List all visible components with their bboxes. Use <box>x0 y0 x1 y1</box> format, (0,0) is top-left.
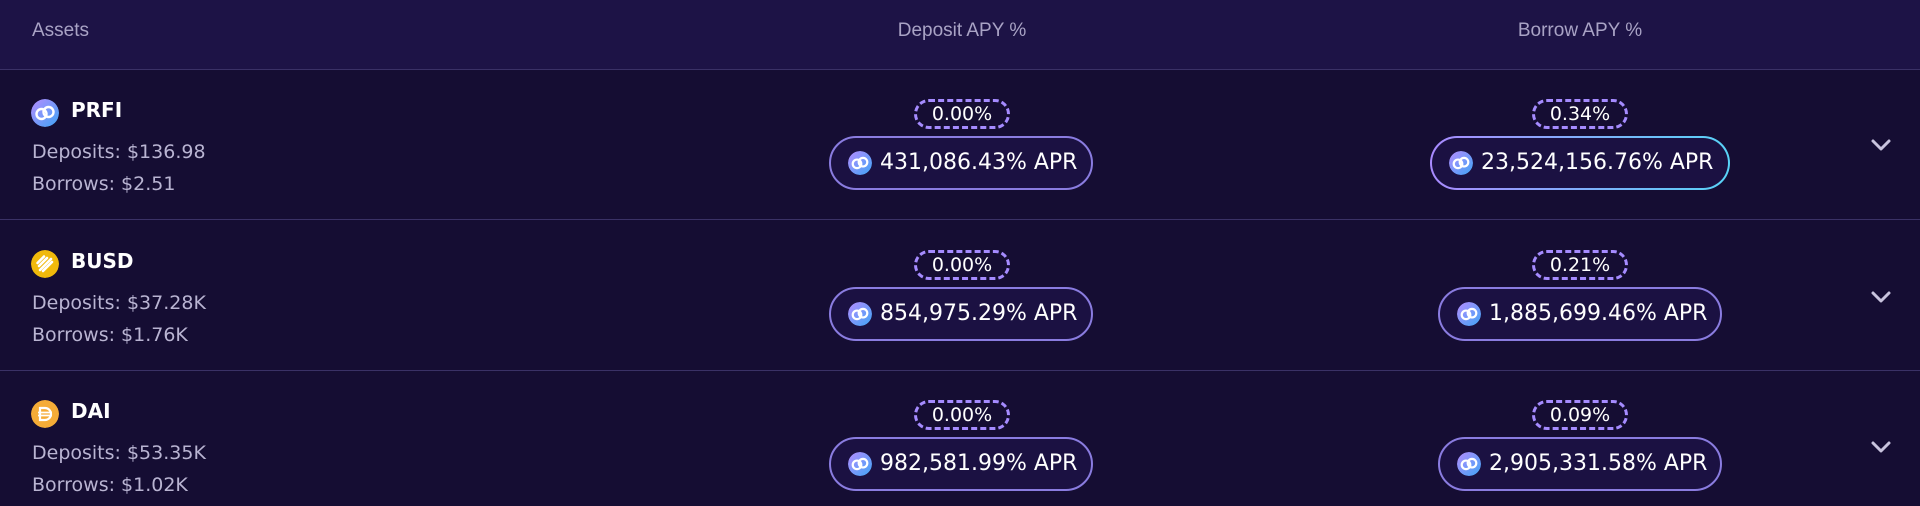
prfi-reward-icon <box>1457 452 1481 476</box>
asset-borrows: Borrows: $1.02K <box>32 474 188 496</box>
prfi-reward-icon <box>848 151 872 175</box>
prfi-token-icon <box>31 99 59 127</box>
prfi-reward-icon <box>848 452 872 476</box>
borrow-apr-value: 23,524,156.76% APR <box>1481 150 1714 175</box>
prfi-reward-icon <box>848 302 872 326</box>
asset-name: PRFI <box>71 98 123 122</box>
asset-deposits: Deposits: $53.35K <box>32 442 206 464</box>
busd-token-icon <box>31 250 59 278</box>
borrow-apy-badge: 0.09% <box>1532 400 1628 430</box>
asset-name: BUSD <box>71 249 134 273</box>
deposit-apy-badge: 0.00% <box>914 250 1010 280</box>
chevron-down-icon[interactable] <box>1868 434 1894 460</box>
deposit-apr-value: 431,086.43% APR <box>880 150 1078 175</box>
table-row[interactable]: BUSD Deposits: $37.28K Borrows: $1.76K 0… <box>0 221 1920 371</box>
asset-borrows: Borrows: $1.76K <box>32 324 188 346</box>
borrow-apy-badge: 0.21% <box>1532 250 1628 280</box>
borrow-apr-value: 1,885,699.46% APR <box>1489 301 1708 326</box>
deposit-apr-pill: 854,975.29% APR <box>829 287 1093 341</box>
borrow-apr-value: 2,905,331.58% APR <box>1489 451 1708 476</box>
borrow-apy-column-header: Borrow APY % <box>1517 20 1643 41</box>
table-row[interactable]: PRFI Deposits: $136.98 Borrows: $2.51 0.… <box>0 70 1920 220</box>
deposit-apr-pill: 431,086.43% APR <box>829 136 1093 190</box>
borrow-apr-pill: 2,905,331.58% APR <box>1438 437 1722 491</box>
deposit-apr-pill: 982,581.99% APR <box>829 437 1093 491</box>
asset-name: DAI <box>71 399 111 423</box>
asset-deposits: Deposits: $37.28K <box>32 292 206 314</box>
dai-token-icon <box>31 400 59 428</box>
borrow-apy-badge: 0.34% <box>1532 99 1628 129</box>
prfi-reward-icon <box>1449 151 1473 175</box>
asset-borrows: Borrows: $2.51 <box>32 173 176 195</box>
chevron-down-icon[interactable] <box>1868 132 1894 158</box>
deposit-apr-value: 982,581.99% APR <box>880 451 1078 476</box>
assets-column-header: Assets <box>32 20 90 41</box>
deposit-apy-badge: 0.00% <box>914 400 1010 430</box>
assets-table: Assets Deposit APY % Borrow APY % PRFI D… <box>0 0 1920 506</box>
borrow-apr-pill: 1,885,699.46% APR <box>1438 287 1722 341</box>
deposit-apy-badge: 0.00% <box>914 99 1010 129</box>
table-header: Assets Deposit APY % Borrow APY % <box>0 0 1920 70</box>
table-row[interactable]: DAI Deposits: $53.35K Borrows: $1.02K 0.… <box>0 371 1920 506</box>
prfi-reward-icon <box>1457 302 1481 326</box>
deposit-apr-value: 854,975.29% APR <box>880 301 1078 326</box>
borrow-apr-pill: 23,524,156.76% APR <box>1430 136 1730 190</box>
chevron-down-icon[interactable] <box>1868 284 1894 310</box>
asset-deposits: Deposits: $136.98 <box>32 141 206 163</box>
deposit-apy-column-header: Deposit APY % <box>897 20 1027 41</box>
